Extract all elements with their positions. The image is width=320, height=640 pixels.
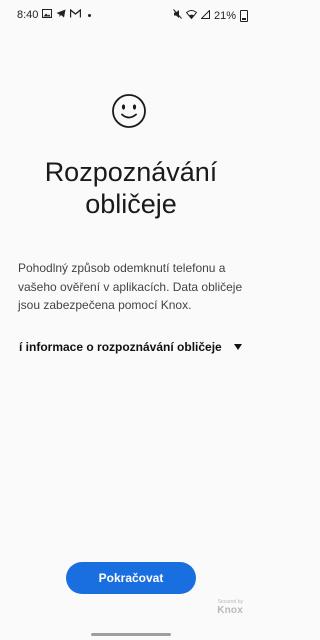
wifi-icon — [185, 9, 198, 22]
status-bar: 8:40 21% — [0, 0, 262, 28]
image-icon — [42, 9, 53, 21]
face-icon — [111, 93, 147, 129]
dropdown-arrow-icon — [234, 344, 242, 350]
page-title: Rozpoznávání obličeje — [0, 156, 262, 220]
knox-badge: Secured by Knox — [217, 599, 243, 616]
page-title-line2: obličeje — [85, 189, 177, 220]
battery-icon — [240, 9, 248, 22]
more-info-label: í informace o rozpoznávání obličeje — [19, 340, 222, 354]
page-title-line1: Rozpoznávání — [44, 157, 218, 188]
status-left: 8:40 — [17, 8, 92, 21]
status-time: 8:40 — [17, 9, 39, 21]
status-right: 21% — [173, 8, 248, 22]
signal-icon — [200, 8, 210, 22]
navigation-handle[interactable] — [91, 633, 171, 636]
battery-percent: 21% — [213, 9, 236, 22]
knox-logo: Knox — [217, 605, 243, 616]
continue-button[interactable]: Pokračovat — [66, 562, 196, 594]
gmail-icon — [70, 8, 82, 21]
notification-dot-icon — [88, 13, 92, 17]
description-text: Pohodlný způsob odemknutí telefonu a vaš… — [18, 261, 243, 312]
telegram-icon — [56, 9, 66, 21]
mute-icon — [173, 9, 182, 22]
more-info-expander[interactable]: í informace o rozpoznávání obličeje — [19, 336, 244, 358]
